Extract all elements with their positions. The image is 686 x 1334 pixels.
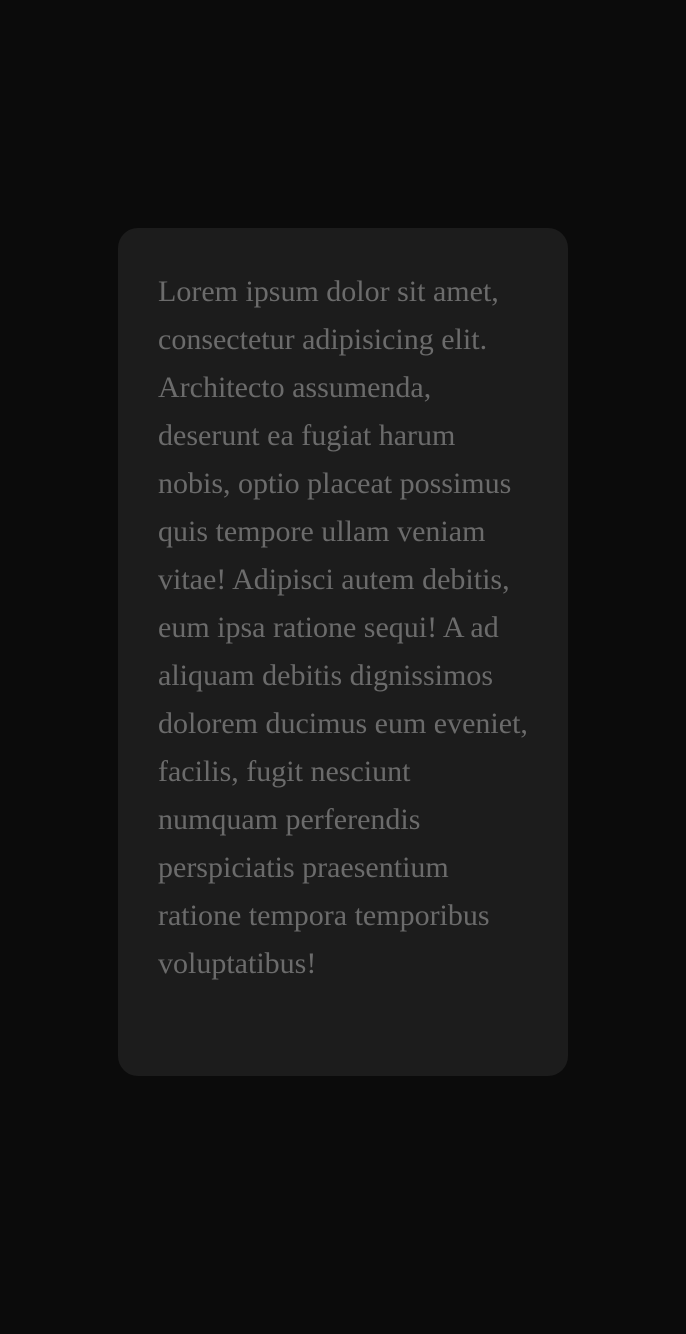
text-card: Lorem ipsum dolor sit amet, consectetur … (118, 228, 568, 1076)
page-background: Lorem ipsum dolor sit amet, consectetur … (0, 0, 686, 1334)
card-paragraph: Lorem ipsum dolor sit amet, consectetur … (158, 275, 528, 980)
